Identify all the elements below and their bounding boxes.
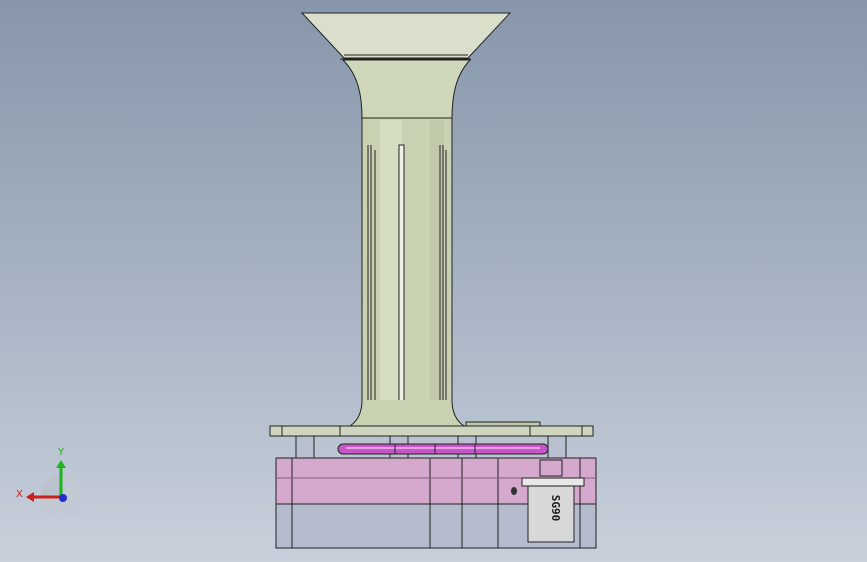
tube-column[interactable]	[348, 117, 466, 427]
y-axis-label: Y	[57, 447, 65, 458]
x-axis-label: X	[16, 489, 23, 500]
funnel-neck[interactable]	[341, 59, 472, 119]
funnel-assembly[interactable]	[300, 12, 512, 119]
coordinate-triad: Y X	[16, 447, 83, 519]
cad-viewport[interactable]: SG90 Y X	[0, 0, 867, 562]
pcb-board[interactable]	[465, 421, 541, 427]
magnet-ring[interactable]	[337, 443, 549, 455]
z-axis-marker	[59, 494, 67, 502]
funnel-cone[interactable]	[300, 12, 512, 59]
servo-label: SG90	[549, 495, 562, 522]
